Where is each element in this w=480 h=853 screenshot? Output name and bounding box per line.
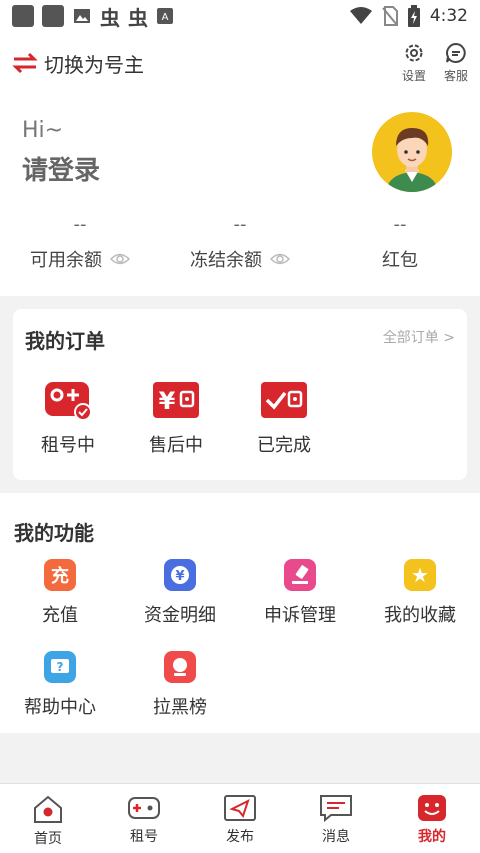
gamepad-check-icon (45, 382, 92, 421)
switch-role-label: 切换为号主 (44, 52, 144, 77)
balance-label: 可用余额 (30, 250, 102, 271)
login-link[interactable]: 请登录 (22, 150, 100, 187)
tab-label: 发布 (226, 829, 254, 845)
no-sim-icon (382, 6, 398, 26)
bug-icon: 虫 (128, 5, 148, 30)
gear-icon (405, 44, 423, 62)
home-icon (34, 795, 62, 823)
tab-messages[interactable]: 消息 (288, 784, 384, 853)
balance-label: 冻结余额 (190, 250, 262, 271)
features-title: 我的功能 (14, 521, 94, 545)
order-label: 租号中 (41, 435, 95, 456)
order-completed[interactable]: 已完成 (251, 379, 317, 457)
recharge-icon: 充 (44, 559, 76, 591)
all-orders-link[interactable]: 全部订单 > (383, 327, 455, 347)
feature-funds-detail[interactable]: ¥ 资金明细 (120, 555, 240, 635)
tab-label: 消息 (322, 829, 350, 845)
clock: 4:32 (429, 6, 468, 26)
order-label: 已完成 (257, 435, 311, 456)
favorites-icon: ★ (404, 559, 436, 591)
feature-help-center[interactable]: ? 帮助中心 (0, 647, 120, 727)
profile-face-icon (418, 795, 446, 821)
feature-appeal[interactable]: 申诉管理 (240, 555, 360, 635)
gamepad-icon (128, 797, 160, 819)
balance-label: 红包 (382, 250, 418, 271)
swap-arrows-icon (12, 52, 38, 74)
feature-label: 充值 (42, 605, 78, 626)
check-wallet-icon (261, 382, 307, 418)
svg-text:¥: ¥ (159, 387, 176, 415)
notification-icon (12, 5, 34, 27)
feature-blacklist[interactable]: 拉黑榜 (120, 647, 240, 727)
feature-recharge[interactable]: 充 充值 (0, 555, 120, 635)
avatar-person-icon (386, 128, 438, 192)
tab-label: 租号 (130, 829, 158, 845)
service-label: 客服 (443, 69, 468, 83)
features-section: 我的功能 充 充值 ¥ 资金明细 申诉管理 ★ 我的收藏 ? 帮助中心 拉黑榜 (0, 493, 480, 733)
tab-rent[interactable]: 租号 (96, 784, 192, 853)
order-after-sale[interactable]: ¥ 售后中 (143, 379, 209, 457)
order-renting[interactable]: 租号中 (35, 379, 101, 457)
settings-label: 设置 (401, 69, 426, 83)
feature-label: 帮助中心 (24, 697, 96, 718)
notification-icon (42, 5, 64, 27)
tab-home[interactable]: 首页 (0, 784, 96, 853)
svg-text:A: A (162, 12, 169, 23)
order-label: 售后中 (149, 435, 203, 456)
profile-section: Hi~ 请登录 -- 可用余额 -- 冻结余额 -- 红包 (0, 94, 480, 296)
yuan-wallet-icon: ¥ (153, 382, 199, 418)
orders-title: 我的订单 (25, 329, 105, 353)
feature-label: 拉黑榜 (153, 697, 207, 718)
help-center-icon: ? (44, 651, 76, 683)
red-packet[interactable]: -- 红包 (320, 214, 480, 272)
wifi-icon (349, 7, 372, 24)
funds-detail-icon: ¥ (164, 559, 196, 591)
tab-publish[interactable]: 发布 (192, 784, 288, 853)
customer-service-button[interactable]: 客服 (444, 42, 468, 84)
feature-favorites[interactable]: ★ 我的收藏 (360, 555, 480, 635)
eye-icon[interactable] (270, 252, 290, 266)
bottom-tab-bar: 首页 租号 发布 消息 我的 (0, 783, 480, 853)
switch-role-button[interactable]: 切换为号主 (12, 49, 144, 78)
appeal-icon (284, 559, 316, 591)
available-balance[interactable]: -- 可用余额 (0, 214, 160, 272)
message-icon (320, 795, 352, 822)
tab-label: 我的 (418, 829, 446, 845)
balance-value: -- (393, 214, 407, 235)
balance-row: -- 可用余额 -- 冻结余额 -- 红包 (0, 214, 480, 272)
greeting-text: Hi~ (22, 118, 64, 143)
translate-icon: A (157, 8, 173, 24)
bug-icon: 虫 (100, 5, 120, 30)
feature-label: 资金明细 (144, 605, 216, 626)
tab-mine[interactable]: 我的 (384, 784, 480, 853)
avatar[interactable] (372, 112, 452, 192)
balance-value: -- (233, 214, 247, 235)
orders-card: 我的订单 全部订单 > 租号中 ¥ 售后中 已完成 (13, 309, 467, 480)
chat-icon (446, 42, 466, 63)
image-icon (74, 9, 90, 23)
svg-text:¥: ¥ (175, 569, 184, 584)
feature-label: 我的收藏 (384, 605, 456, 626)
status-bar: 虫 虫 A 4:32 (0, 0, 480, 32)
balance-value: -- (73, 214, 87, 235)
send-icon (224, 795, 256, 821)
eye-icon[interactable] (110, 252, 130, 266)
settings-button[interactable]: 设置 (402, 42, 426, 84)
svg-text:?: ? (57, 660, 64, 674)
tab-label: 首页 (34, 831, 62, 847)
blacklist-icon (164, 651, 196, 683)
top-bar: 切换为号主 设置 客服 (0, 32, 480, 94)
battery-icon (407, 5, 420, 27)
frozen-balance[interactable]: -- 冻结余额 (160, 214, 320, 272)
feature-label: 申诉管理 (264, 605, 336, 626)
